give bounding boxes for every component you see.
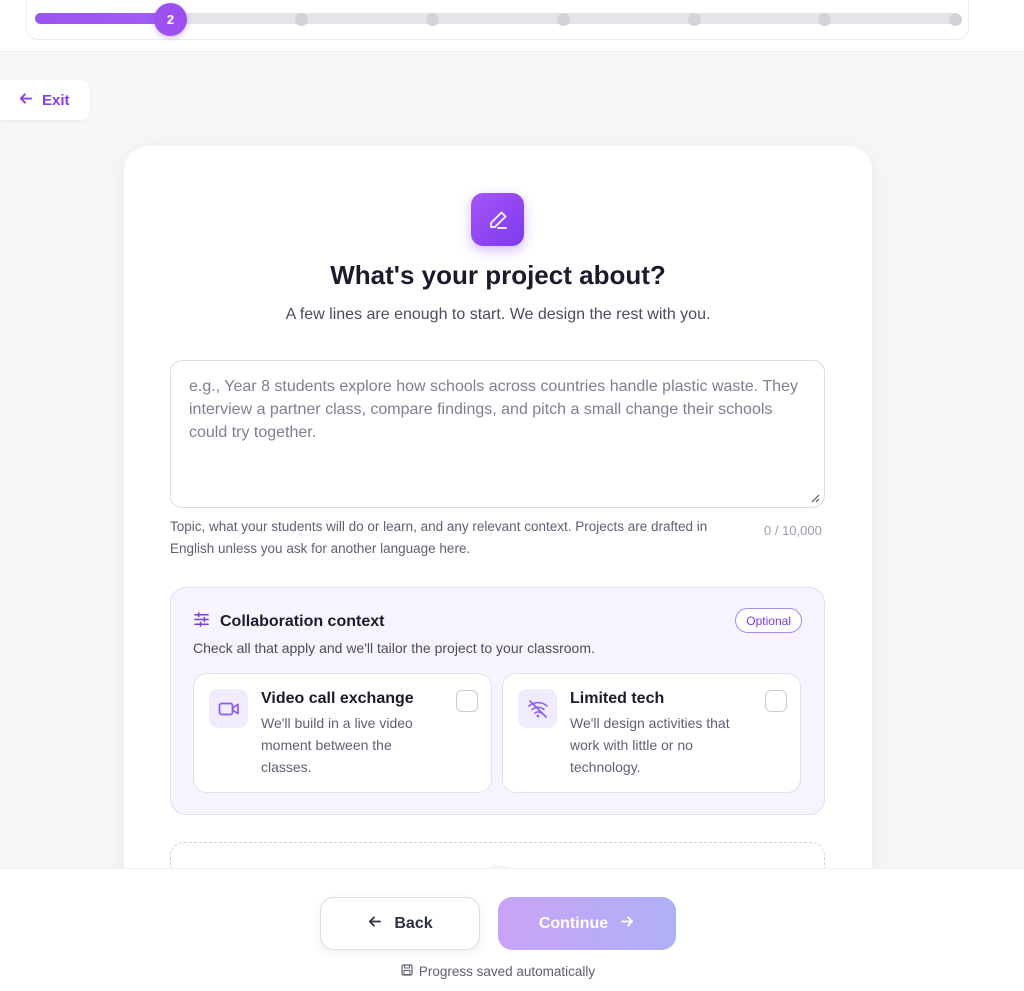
step-progress: 2 <box>26 0 969 40</box>
continue-label: Continue <box>538 914 609 932</box>
page-subtitle: A few lines are enough to start. We desi… <box>285 306 711 323</box>
optional-badge: Optional <box>735 608 802 633</box>
footer-bar: Back Continue Progress saved automatical… <box>0 868 1024 991</box>
option-description: We'll design activities that work with l… <box>570 715 730 775</box>
current-step-indicator: 2 <box>154 3 187 36</box>
collaboration-context-panel: Collaboration context Optional Check all… <box>170 587 825 815</box>
description-hint: Topic, what your students will do or lea… <box>170 519 708 556</box>
autosave-text: Progress saved automatically <box>418 964 596 979</box>
step-dot-7 <box>818 13 831 26</box>
back-button[interactable]: Back <box>320 897 480 950</box>
option-title: Video call exchange <box>261 690 414 707</box>
top-bar: 2 <box>0 0 1024 52</box>
arrow-left-icon <box>18 91 33 110</box>
exit-button[interactable]: Exit <box>0 80 90 120</box>
option-limited-tech[interactable]: Limited tech We'll design activities tha… <box>502 673 801 793</box>
step-dot-6 <box>688 13 701 26</box>
video-call-checkbox[interactable] <box>456 690 478 712</box>
step-dot-3 <box>295 13 308 26</box>
wifi-off-icon <box>518 689 557 728</box>
arrow-right-icon <box>620 914 635 934</box>
step-dot-4 <box>426 13 439 26</box>
resize-handle-icon[interactable] <box>811 494 820 503</box>
option-description: We'll build in a live video moment betwe… <box>261 715 413 775</box>
character-counter: 0 / 10,000 <box>764 523 822 538</box>
collaboration-description: Check all that apply and we'll tailor th… <box>193 640 595 656</box>
step-dot-8 <box>949 13 962 26</box>
save-icon <box>401 964 413 979</box>
page-title: What's your project about? <box>330 260 666 290</box>
pencil-icon <box>471 193 524 246</box>
continue-button[interactable]: Continue <box>498 897 676 950</box>
option-video-call-exchange[interactable]: Video call exchange We'll build in a liv… <box>193 673 492 793</box>
option-title: Limited tech <box>570 690 665 707</box>
project-description-input[interactable] <box>171 361 824 507</box>
project-card: What's your project about? A few lines a… <box>124 146 872 906</box>
project-description-field[interactable] <box>170 360 825 508</box>
sliders-icon <box>193 611 210 633</box>
limited-tech-checkbox[interactable] <box>765 690 787 712</box>
collaboration-header: Collaboration context <box>193 611 384 633</box>
exit-label: Exit <box>42 91 70 109</box>
back-label: Back <box>394 914 433 932</box>
collaboration-title: Collaboration context <box>220 613 385 630</box>
video-camera-icon <box>209 689 248 728</box>
step-dot-5 <box>557 13 570 26</box>
autosave-status: Progress saved automatically <box>0 964 996 979</box>
arrow-left-icon <box>367 914 382 934</box>
